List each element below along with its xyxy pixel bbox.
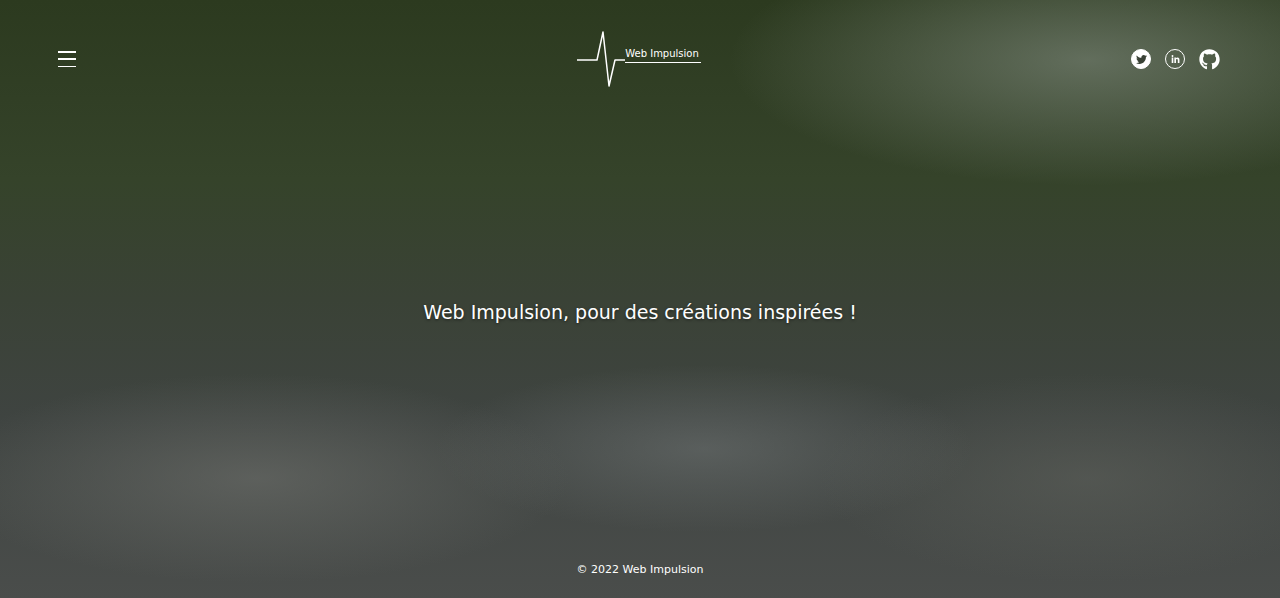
header: Web Impulsion: [0, 0, 1280, 90]
hero: Web Impulsion, pour des créations inspir…: [0, 90, 1280, 563]
copyright: © 2022 Web Impulsion: [577, 563, 704, 576]
social-links: [1130, 48, 1220, 70]
menu-bar: [58, 58, 76, 60]
linkedin-link[interactable]: [1164, 48, 1186, 70]
logo[interactable]: Web Impulsion: [577, 30, 701, 88]
menu-button[interactable]: [58, 51, 78, 67]
linkedin-icon: [1165, 49, 1185, 69]
menu-bar: [58, 51, 76, 53]
footer: © 2022 Web Impulsion: [0, 563, 1280, 598]
logo-text: Web Impulsion: [625, 49, 701, 63]
github-icon: [1199, 49, 1220, 70]
pulse-icon: [577, 30, 625, 88]
twitter-link[interactable]: [1130, 48, 1152, 70]
menu-bar: [58, 66, 76, 68]
github-link[interactable]: [1198, 48, 1220, 70]
page: Web Impulsion Web Impulsion, pour des cré…: [0, 0, 1280, 598]
twitter-icon: [1131, 49, 1151, 69]
hero-title: Web Impulsion, pour des créations inspir…: [423, 301, 857, 323]
